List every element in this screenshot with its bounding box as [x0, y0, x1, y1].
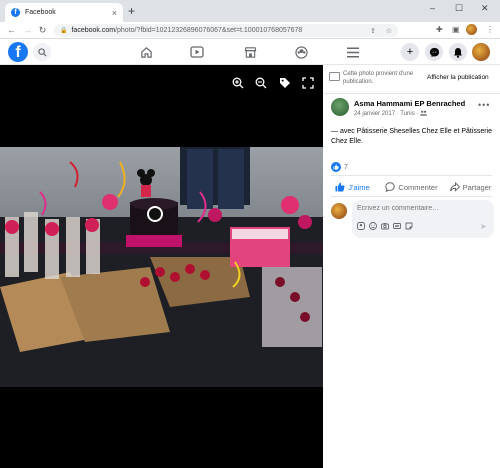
lock-icon: 🔒 [60, 28, 68, 34]
gif-icon[interactable] [393, 222, 401, 230]
dessert-table-illustration [0, 147, 323, 352]
sticker-icon[interactable] [405, 222, 413, 230]
watch-video-nav-icon[interactable] [190, 45, 204, 59]
new-tab-button[interactable]: + [128, 4, 135, 18]
browser-toolbar: ← → ↻ 🔒 facebook.com/photo/?fbid=1021232… [0, 22, 500, 39]
divider [323, 93, 500, 94]
profile-avatar-icon[interactable] [466, 24, 477, 35]
notifications-button[interactable] [449, 43, 467, 61]
post-actions: J'aime Commenter Partager [323, 178, 500, 196]
commenter-avatar [331, 203, 347, 219]
facebook-logo-icon[interactable]: f [8, 42, 28, 62]
comment-tools [357, 222, 413, 230]
send-comment-icon[interactable]: ➤ [480, 222, 487, 231]
share-arrow-icon [449, 182, 460, 192]
share-button[interactable]: Partager [441, 182, 500, 192]
browser-tab-strip: f Facebook × + – ☐ ✕ [0, 0, 500, 22]
comment-label: Commenter [398, 182, 438, 192]
share-label: Partager [462, 182, 492, 192]
tab-close-icon[interactable]: × [112, 8, 117, 18]
camera-icon[interactable] [381, 222, 389, 230]
comment-composer: ➤ [352, 200, 494, 238]
extensions-puzzle-icon[interactable]: ✚ [436, 25, 443, 34]
account-avatar[interactable] [472, 43, 490, 61]
create-button[interactable]: + [401, 43, 419, 61]
messenger-icon [429, 47, 439, 57]
post-caption: — avec Pâtisserie Sheselles Chez Elle et… [331, 128, 493, 145]
post-source-icon [329, 72, 340, 81]
like-label: J'aime [348, 182, 370, 192]
url-path: /photo/?fbid=10212326896076067&set=t.100… [115, 27, 303, 34]
bell-icon [454, 47, 462, 58]
home-nav-icon[interactable] [139, 45, 153, 59]
bookmark-star-icon[interactable]: ☆ [386, 27, 392, 35]
url-host: facebook.com [71, 27, 116, 34]
window-close-button[interactable]: ✕ [481, 3, 489, 14]
tab-title: Facebook [25, 9, 56, 16]
tag-photo-icon[interactable] [279, 77, 291, 89]
reaction-summary[interactable]: 7 [331, 162, 348, 172]
marketplace-nav-icon[interactable] [243, 45, 257, 59]
browser-menu-icon[interactable]: ⋮ [486, 25, 494, 34]
thumbs-up-icon [335, 182, 345, 192]
view-post-link[interactable]: Afficher la publication [427, 74, 489, 81]
search-icon [37, 47, 47, 57]
search-button[interactable] [33, 43, 51, 61]
fullscreen-icon[interactable] [302, 77, 314, 89]
friends-audience-icon [420, 110, 428, 116]
share-page-icon[interactable]: ⇪ [370, 27, 376, 35]
messenger-button[interactable] [425, 43, 443, 61]
author-name[interactable]: Asma Hammami EP Benrached [354, 99, 465, 108]
post-date[interactable]: 24 janvier 2017 · Tunis · [354, 111, 418, 117]
menu-nav-icon[interactable] [346, 45, 360, 59]
like-count: 7 [344, 163, 348, 171]
post-options-button[interactable]: ••• [478, 100, 490, 110]
comment-input[interactable] [357, 205, 487, 212]
reload-icon[interactable]: ↻ [37, 25, 48, 36]
facebook-favicon-icon: f [11, 8, 20, 17]
facebook-navbar: f + [0, 39, 500, 65]
emoji-icon[interactable] [369, 222, 377, 230]
avatar-sticker-icon[interactable] [357, 222, 365, 230]
side-panel-icon[interactable]: ▣ [452, 25, 460, 34]
zoom-in-icon[interactable] [232, 77, 244, 89]
like-button[interactable]: J'aime [323, 182, 382, 192]
comment-bubble-icon [385, 182, 396, 192]
post-photo [0, 147, 323, 387]
post-meta: 24 janvier 2017 · Tunis · [354, 110, 428, 117]
like-reaction-icon [331, 162, 341, 172]
photo-viewer [0, 65, 323, 468]
zoom-out-icon[interactable] [255, 77, 267, 89]
divider [331, 196, 492, 197]
back-arrow-icon[interactable]: ← [6, 25, 17, 35]
photo-source-notice: Cette photo provient d'une publication. … [327, 69, 497, 89]
window-minimize-button[interactable]: – [430, 3, 435, 13]
address-bar[interactable]: 🔒 facebook.com/photo/?fbid=1021232689607… [54, 24, 398, 37]
window-maximize-button[interactable]: ☐ [455, 3, 463, 14]
plus-icon: + [406, 46, 414, 58]
photo-sidebar: Cette photo provient d'une publication. … [323, 65, 500, 468]
author-avatar[interactable] [331, 98, 349, 116]
divider [331, 175, 492, 176]
browser-tab[interactable]: f Facebook × [5, 3, 123, 22]
comment-button[interactable]: Commenter [382, 182, 441, 192]
groups-nav-icon[interactable] [294, 45, 308, 59]
notice-text: Cette photo provient d'une publication. [343, 71, 414, 85]
forward-arrow-icon[interactable]: → [22, 25, 33, 35]
